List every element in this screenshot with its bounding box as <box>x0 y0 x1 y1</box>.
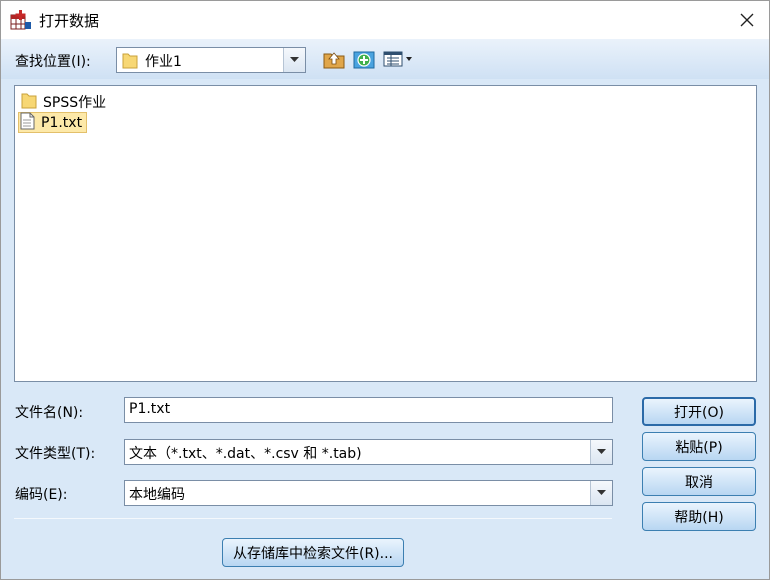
filetype-value: 文本（*.txt、*.dat、*.csv 和 *.tab) <box>129 446 362 462</box>
up-folder-icon <box>323 52 345 69</box>
filename-input[interactable]: P1.txt <box>124 397 613 423</box>
chevron-down-icon[interactable] <box>590 481 612 505</box>
close-icon <box>740 13 754 27</box>
file-item-spss-folder[interactable]: SPSS作业 <box>21 91 110 112</box>
filename-value: P1.txt <box>129 401 171 417</box>
close-button[interactable] <box>727 5 767 35</box>
view-menu-icon <box>383 51 412 67</box>
file-name: SPSS作业 <box>43 94 107 111</box>
filetype-label: 文件类型(T): <box>15 446 96 462</box>
view-menu-button[interactable] <box>382 48 416 70</box>
lookin-value: 作业1 <box>145 54 182 70</box>
lookin-toolbar: 查找位置(I): 作业1 <box>1 39 769 79</box>
folder-icon <box>21 91 37 113</box>
retrieve-from-repository-button[interactable]: 从存储库中检索文件(R)... <box>222 538 404 567</box>
new-folder-icon <box>353 51 375 69</box>
chevron-down-icon[interactable] <box>283 48 305 72</box>
filetype-select[interactable]: 文本（*.txt、*.dat、*.csv 和 *.tab) <box>124 439 613 465</box>
app-icon <box>10 9 32 31</box>
paste-button[interactable]: 粘贴(P) <box>642 432 756 461</box>
window-title: 打开数据 <box>39 12 100 30</box>
help-button[interactable]: 帮助(H) <box>642 502 756 531</box>
file-name: P1.txt <box>41 114 83 131</box>
encoding-value: 本地编码 <box>129 487 185 503</box>
open-data-dialog: 打开数据 查找位置(I): 作业1 SPSS作业 P1.txt 文件名(N): … <box>0 0 770 580</box>
text-file-icon <box>19 112 35 134</box>
open-button[interactable]: 打开(O) <box>642 397 756 426</box>
divider <box>14 518 612 519</box>
encoding-select[interactable]: 本地编码 <box>124 480 613 506</box>
cancel-button[interactable]: 取消 <box>642 467 756 496</box>
title-bar: 打开数据 <box>1 1 769 39</box>
file-item-p1-txt[interactable]: P1.txt <box>18 112 88 134</box>
lookin-combo[interactable]: 作业1 <box>116 47 306 73</box>
folder-icon <box>122 51 138 73</box>
up-folder-button[interactable] <box>322 48 346 70</box>
encoding-label: 编码(E): <box>15 487 68 503</box>
filename-label: 文件名(N): <box>15 405 84 421</box>
chevron-down-icon[interactable] <box>590 440 612 464</box>
dialog-body: 查找位置(I): 作业1 SPSS作业 P1.txt 文件名(N): P1.tx… <box>1 39 769 579</box>
new-folder-button[interactable] <box>352 48 376 70</box>
lookin-label: 查找位置(I): <box>15 54 91 70</box>
file-list[interactable]: SPSS作业 P1.txt <box>14 85 757 382</box>
